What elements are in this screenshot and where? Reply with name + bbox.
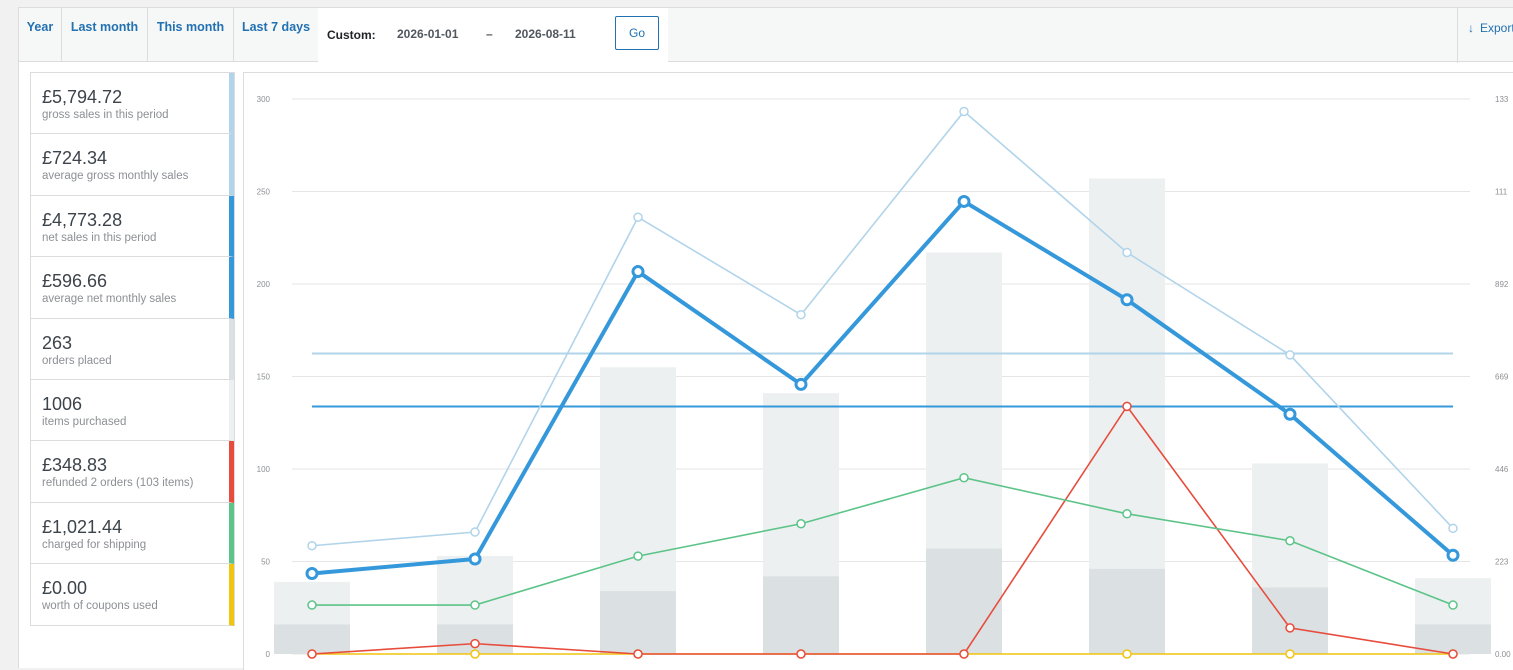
sales-chart: 0 50 100 150 200 250 300 0.00 223 446 669 892 111 133 [243,72,1513,670]
y-right-tick-label: 223 [1495,558,1509,567]
gross-point [1285,350,1295,360]
legend-description: gross sales in this period [42,109,169,121]
end-date-input[interactable]: 2026-08-11 [515,27,576,41]
y-right-tick-label: 133 [1495,95,1509,104]
go-button[interactable]: Go [615,16,659,50]
refunds-point [796,649,806,659]
chart-legend: £5,794.72 gross sales in this period £724.… [30,72,235,626]
net-point [794,377,808,391]
refunds-point [1122,401,1132,412]
y-left-tick-label: 150 [257,373,271,382]
refunds-point [307,649,317,659]
coupons-point [1122,649,1132,659]
legend-value: 263 [42,332,73,353]
shipping-point [796,519,806,529]
y-right-tick-label: 669 [1495,373,1509,382]
y-right-tick-label: 446 [1495,465,1509,474]
orders-bar [1252,587,1328,654]
legend-item[interactable]: £348.83 refunded 2 orders (103 items) [31,441,234,503]
legend-value: 1006 [42,393,83,414]
orders-bar [600,591,676,654]
net-point [1120,293,1134,307]
net-point [957,194,971,208]
net-point [468,552,482,566]
refunds-point [1448,649,1458,659]
date-separator: – [486,27,493,41]
gross-point [1448,523,1458,534]
legend-item[interactable]: 263 orders placed [31,318,234,380]
y-left-tick-label: 50 [261,558,270,567]
legend-description: worth of coupons used [42,600,158,613]
y-left-tick-label: 300 [257,95,271,104]
legend-description: average gross monthly sales [42,170,189,183]
legend-value: £5,794.72 [42,87,123,107]
y-left-tick-label: 100 [257,465,271,474]
y-right-tick-label: 892 [1495,280,1509,289]
gross-point [633,212,643,222]
shipping-point [959,472,969,483]
gross-point [470,527,480,537]
net-point [1446,548,1460,562]
legend-description: items purchased [42,415,127,428]
refunds-point [633,649,643,659]
legend-value: £0.00 [42,578,88,599]
refunds-point [470,638,480,649]
report-panel: Year Last month This month Last 7 days C… [18,7,1513,670]
gross-point [307,540,317,551]
shipping-point [307,600,317,610]
legend-value: £724.34 [42,148,108,169]
net-point [631,265,645,279]
shipping-point [1448,600,1458,610]
download-arrow-icon: ↓ [1468,21,1474,35]
gross-point [796,309,806,320]
start-date-input[interactable]: 2026-01-01 [397,27,458,41]
net-point [305,567,319,581]
legend-description: average net monthly sales [42,293,177,306]
legend-item[interactable]: £596.66 average net monthly sales [31,257,234,319]
shipping-point [1122,509,1132,519]
legend-value: £596.66 [42,271,108,292]
export-csv-link[interactable]: ↓ Export CSV [1457,8,1513,63]
custom-range: Custom: 2026-01-01 – 2026-08-11 Go [318,8,668,62]
legend-item[interactable]: £724.34 average gross monthly sales [31,134,234,196]
tab-last-7-days[interactable]: Last 7 days [234,8,319,61]
y-right-tick-label: 0.00 [1495,650,1511,659]
legend-item[interactable]: £1,021.44 charged for shipping [31,502,234,565]
y-left-tick-label: 0 [266,650,271,659]
gross-point [1122,247,1132,258]
custom-label: Custom: [327,28,376,42]
legend-description: orders placed [42,354,112,367]
y-left-tick-label: 250 [257,188,271,197]
net-point [1283,407,1297,421]
refunds-point [1285,623,1295,633]
orders-bar [926,548,1002,654]
orders-bar [1089,568,1165,654]
export-label: Export CSV [1480,21,1513,35]
legend-item[interactable]: £0.00 worth of coupons used [31,564,234,626]
legend-description: refunded 2 orders (103 items) [42,477,194,490]
coupons-point [470,649,480,659]
gross-point [959,106,969,117]
y-right-tick-label: 111 [1495,188,1508,197]
legend-value: £1,021.44 [42,516,123,537]
legend-value: £4,773.28 [42,209,123,230]
tab-last-month[interactable]: Last month [62,8,148,61]
legend-value: £348.83 [42,455,108,476]
legend-item[interactable]: £4,773.28 net sales in this period [31,195,234,258]
legend-description: net sales in this period [42,231,157,244]
legend-item[interactable]: £5,794.72 gross sales in this period [31,73,234,135]
date-range-bar: Year Last month This month Last 7 days C… [19,8,1513,63]
refunds-point [959,649,969,659]
y-left-tick-label: 200 [257,280,271,289]
tab-year[interactable]: Year [19,8,62,61]
coupons-point [1285,649,1295,659]
legend-description: charged for shipping [42,538,147,551]
shipping-point [470,600,480,610]
legend-item[interactable]: 1006 items purchased [31,379,234,442]
chart-svg: 0 50 100 150 200 250 300 0.00 223 446 669 892 111 133 [257,95,1511,659]
tab-this-month[interactable]: This month [148,8,234,61]
orders-bar [763,576,839,654]
shipping-point [633,551,643,561]
shipping-point [1285,536,1295,546]
